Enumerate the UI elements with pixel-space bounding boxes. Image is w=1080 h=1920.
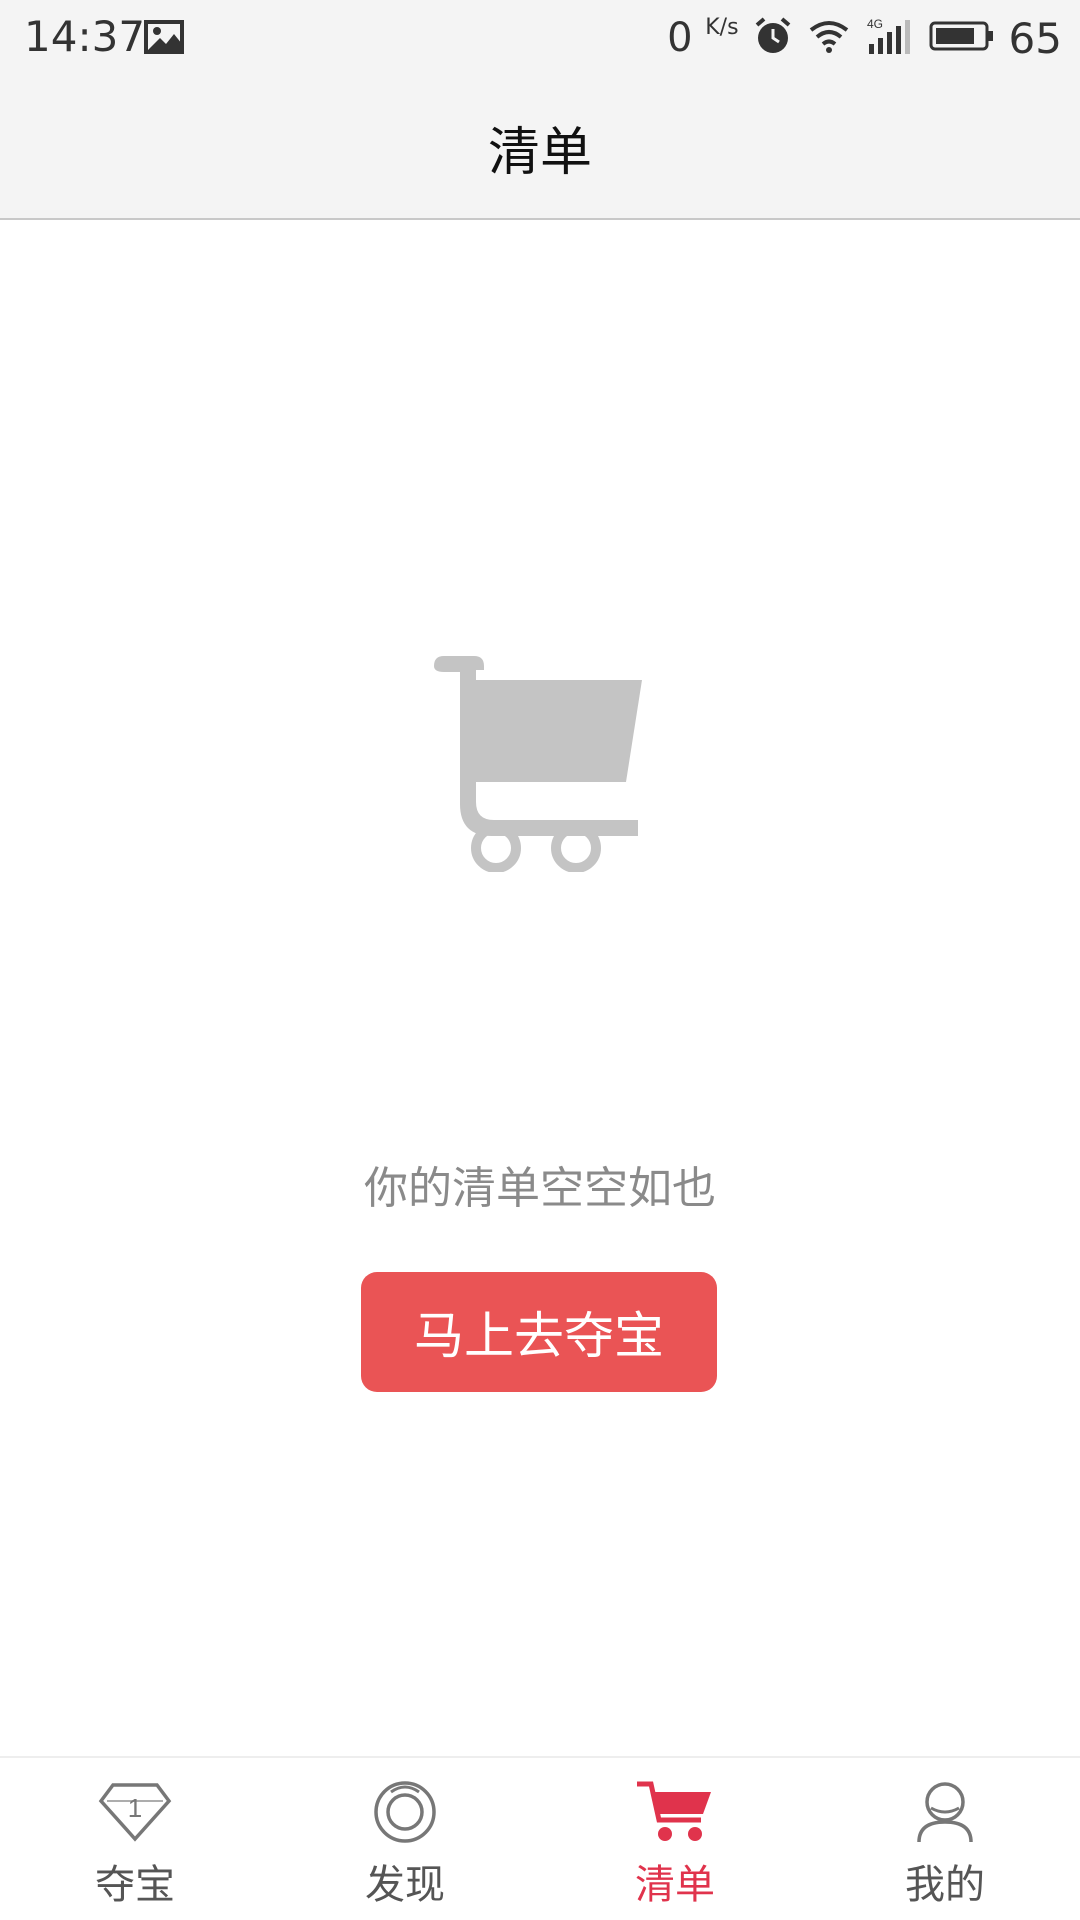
image-icon	[144, 20, 184, 58]
battery-icon	[929, 19, 995, 57]
svg-text:1: 1	[128, 1793, 142, 1823]
go-treasure-button[interactable]: 马上去夺宝	[361, 1272, 717, 1392]
shopping-cart-icon	[430, 652, 650, 876]
svg-text:4G: 4G	[867, 17, 883, 31]
battery-level: 65	[1008, 13, 1062, 63]
discover-icon	[365, 1778, 445, 1846]
network-speed-value: 0	[667, 15, 693, 61]
tab-label: 我的	[905, 1862, 985, 1908]
top-app-bar: 清单	[0, 76, 1080, 220]
tab-mine[interactable]: 我的	[810, 1758, 1080, 1920]
cart-icon	[635, 1778, 715, 1846]
page-title: 清单	[487, 122, 592, 183]
tab-label: 夺宝	[95, 1862, 175, 1908]
main-content: 你的清单空空如也 马上去夺宝	[0, 222, 1080, 1756]
user-icon	[905, 1778, 985, 1846]
tab-duobao[interactable]: 1 夺宝	[0, 1758, 270, 1920]
bottom-tab-bar: 1 夺宝 发现 清单 我的	[0, 1756, 1080, 1920]
network-speed: 0 K/s	[667, 15, 738, 61]
tab-label: 清单	[635, 1862, 715, 1908]
diamond-icon: 1	[95, 1778, 175, 1846]
tab-list[interactable]: 清单	[540, 1758, 810, 1920]
network-speed-unit: K/s	[705, 15, 739, 40]
wifi-icon	[807, 18, 851, 58]
tab-discover[interactable]: 发现	[270, 1758, 540, 1920]
status-time: 14:37	[24, 12, 146, 61]
signal-4g-icon: 4G	[865, 16, 915, 60]
status-indicators: 0 K/s 4G 65	[653, 10, 1062, 66]
alarm-icon	[753, 16, 793, 60]
tab-label: 发现	[365, 1862, 445, 1908]
status-bar: 14:37 0 K/s 4G 65	[0, 0, 1080, 76]
empty-state-message: 你的清单空空如也	[364, 1163, 716, 1214]
